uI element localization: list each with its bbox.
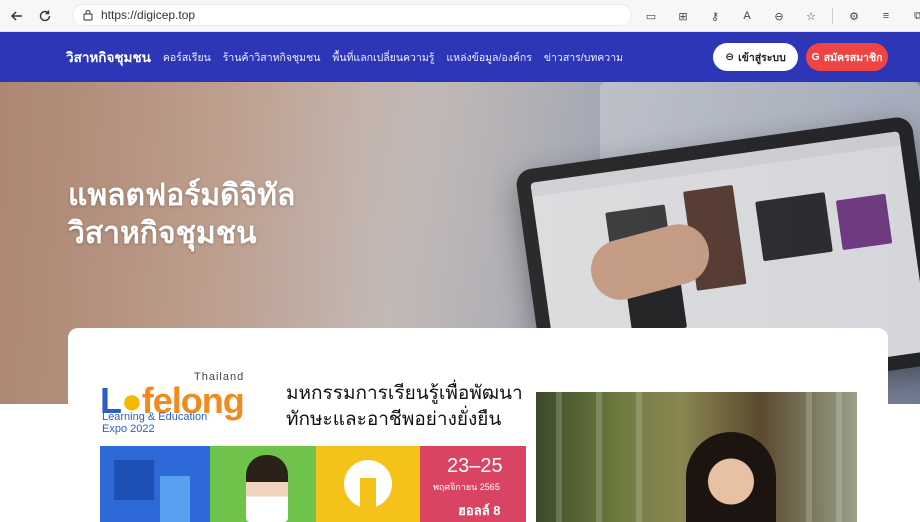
extensions-icon[interactable]: ⚙ — [843, 5, 865, 27]
register-icon: G — [811, 51, 820, 63]
back-icon[interactable] — [6, 5, 28, 27]
hero-title-line2: วิสาหกิจชุมชน — [68, 217, 257, 250]
lock-icon — [83, 9, 93, 21]
browser-toolbar: https://digicep.top ▭ ⊞ ⚷ A ⊖ ☆ ⚙ ≡ ⧉ — [0, 0, 920, 32]
banner-subtitle-1: Learning & Education — [102, 411, 208, 423]
apps-icon[interactable]: ⊞ — [672, 5, 694, 27]
login-icon: ⊖ — [725, 51, 735, 63]
event-date-range: 23–25 — [447, 455, 503, 477]
favorite-icon[interactable]: ☆ — [800, 5, 822, 27]
menu-item-shop[interactable]: ร้านค้าวิสาหกิจชุมชน — [223, 49, 321, 66]
event-date-month: พฤศจิกายน 2565 — [433, 482, 500, 492]
reader-view-icon[interactable]: ▭ — [640, 5, 662, 27]
event-hall: ฮอลล์ 8 — [458, 503, 501, 518]
menu-item-knowledge-space[interactable]: พื้นที่แลกเปลี่ยนความรู้ — [332, 49, 434, 66]
zoom-icon[interactable]: ⊖ — [768, 5, 790, 27]
banner-block-blue — [100, 446, 210, 522]
lightbulb-stem — [360, 478, 376, 522]
favorites-icon[interactable]: ≡ — [875, 5, 897, 27]
main-menu: คอร์สเรียน ร้านค้าวิสาหกิจชุมชน พื้นที่แ… — [163, 49, 635, 66]
banner-person-image — [246, 455, 288, 522]
menu-item-news[interactable]: ข่าวสาร/บทความ — [544, 49, 623, 66]
student-image — [686, 432, 776, 522]
login-button[interactable]: ⊖ เข้าสู่ระบบ — [713, 43, 798, 71]
key-icon[interactable]: ⚷ — [704, 5, 726, 27]
url-text: https://digicep.top — [101, 8, 196, 22]
menu-item-courses[interactable]: คอร์สเรียน — [163, 49, 211, 66]
site-logo[interactable]: วิสาหกิจชุมชน — [66, 46, 151, 68]
register-label: สมัครสมาชิก — [823, 51, 883, 64]
register-button[interactable]: G สมัครสมาชิก — [806, 43, 888, 71]
read-aloud-icon[interactable]: A — [736, 5, 758, 27]
hero-title-line1: แพลตฟอร์มดิจิทัล — [68, 179, 296, 212]
banner-headline-2: ทักษะและอาชีพอย่างยั่งยืน — [286, 409, 502, 430]
banner-subtitle-2: Expo 2022 — [102, 423, 155, 435]
library-photo[interactable] — [536, 392, 857, 522]
login-label: เข้าสู่ระบบ — [738, 51, 786, 64]
refresh-icon[interactable] — [34, 5, 56, 27]
collections-icon[interactable]: ⧉ — [907, 5, 920, 27]
hero-title: แพลตฟอร์มดิจิทัล วิสาหกิจชุมชน — [68, 177, 295, 253]
toolbar-divider — [832, 8, 833, 24]
browser-actions: ▭ ⊞ ⚷ A ⊖ ☆ ⚙ ≡ ⧉ — [640, 5, 920, 27]
site-navbar: วิสาหกิจชุมชน คอร์สเรียน ร้านค้าวิสาหกิจ… — [0, 32, 920, 82]
menu-item-resources[interactable]: แหล่งข้อมูล/องค์กร — [446, 49, 531, 66]
address-bar[interactable]: https://digicep.top — [72, 4, 632, 26]
